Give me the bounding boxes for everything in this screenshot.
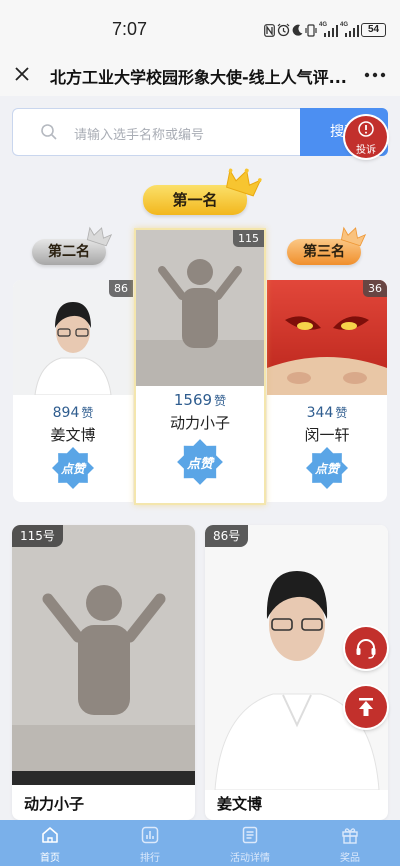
headset-icon (356, 639, 376, 659)
contestant-photo (136, 230, 264, 386)
status-time: 7:07 (112, 19, 148, 39)
contestant-photo (12, 525, 195, 785)
vote-button[interactable]: 点赞 (51, 446, 95, 490)
contestant-number-badge: 86 (109, 280, 133, 297)
details-icon (242, 826, 258, 844)
contestant-name: 动力小子 (24, 795, 85, 813)
customer-service-button[interactable] (345, 627, 387, 669)
nav-label: 首页 (40, 853, 60, 864)
complaint-button[interactable]: 投诉 (345, 116, 387, 158)
search-icon (41, 124, 57, 140)
nav-label: 排行 (140, 853, 160, 864)
nav-item-details[interactable]: 活动详情 (200, 820, 300, 866)
contestant-card[interactable]: 115号 动力小子 (12, 525, 195, 820)
cellular-signal-2: 4G (340, 22, 359, 38)
nfc-icon (264, 23, 275, 37)
arrow-up-icon (359, 698, 373, 716)
close-button[interactable] (9, 61, 35, 87)
contestant-name: 姜文博 (50, 426, 96, 444)
contestant-name: 动力小子 (169, 414, 230, 432)
contestant-photo (267, 280, 387, 395)
more-icon (364, 72, 386, 78)
vote-button[interactable]: 点赞 (176, 438, 224, 486)
podium-card-second[interactable]: 86 894 赞 姜文博 点赞 (13, 280, 133, 502)
contestant-number-badge: 36 (363, 280, 387, 297)
contestant-number-label: 115号 (12, 525, 63, 547)
vote-label: 点赞 (60, 462, 85, 476)
podium-card-third[interactable]: 36 344 赞 闵一轩 点赞 (267, 280, 387, 502)
signal-bars-icon (324, 25, 338, 37)
moon-icon (292, 24, 303, 36)
contestant-photo (13, 280, 133, 395)
contestant-number-badge: 115 (233, 230, 264, 247)
home-icon (42, 827, 58, 843)
page-title: 北方工业大学校园形象大使-线上人气评... (50, 68, 346, 87)
nav-item-prizes[interactable]: 奖品 (300, 820, 400, 866)
like-count: 344 赞 (306, 405, 348, 421)
nav-label: 活动详情 (230, 853, 270, 864)
podium-card-first[interactable]: 115 1569 赞 动力小子 点赞 (134, 228, 266, 505)
alert-icon (358, 121, 374, 137)
vote-label: 点赞 (186, 457, 213, 472)
vote-button[interactable]: 点赞 (305, 446, 349, 490)
nav-item-home[interactable]: 首页 (0, 820, 100, 866)
nav-label: 奖品 (340, 853, 360, 864)
like-count: 894 赞 (52, 405, 94, 421)
cellular-signal-1: 4G (319, 22, 338, 38)
contestant-name: 闵一轩 (304, 426, 350, 444)
gift-icon (342, 828, 358, 844)
ranking-icon (141, 826, 159, 844)
search-placeholder: 请输入选手名称或编号 (74, 128, 205, 143)
contestant-name: 姜文博 (217, 795, 263, 813)
battery-indicator: 54 (361, 23, 386, 37)
nav-item-ranking[interactable]: 排行 (100, 820, 200, 866)
complaint-label: 投诉 (356, 145, 376, 156)
back-to-top-button[interactable] (345, 686, 387, 728)
like-count: 1569 赞 (173, 391, 227, 409)
bottom-nav: 首页 排行 活动详情 奖品 (0, 820, 400, 866)
alarm-icon (277, 23, 290, 37)
signal-bars-icon (345, 25, 359, 37)
status-icons: 4G 4G 54 (262, 21, 386, 39)
more-button[interactable] (362, 63, 388, 87)
close-icon (15, 67, 29, 81)
vibrate-icon (305, 23, 317, 37)
contestant-card[interactable]: 86号 姜文博 (205, 525, 388, 820)
vote-label: 点赞 (314, 462, 339, 476)
contestant-number-label: 86号 (205, 525, 249, 547)
